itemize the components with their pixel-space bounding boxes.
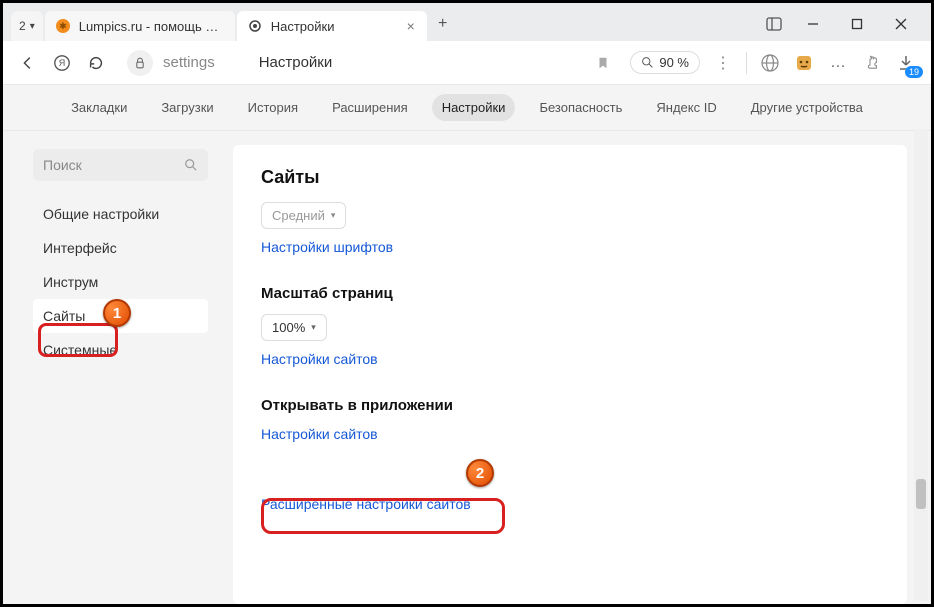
zoom-value: 90 % bbox=[659, 55, 689, 70]
maximize-button[interactable] bbox=[835, 7, 879, 41]
gear-icon bbox=[247, 18, 263, 34]
nav-other-devices[interactable]: Другие устройства bbox=[741, 94, 873, 121]
back-button[interactable] bbox=[17, 52, 39, 74]
yandex-logo-icon[interactable]: Я bbox=[51, 52, 73, 74]
svg-text:✱: ✱ bbox=[59, 21, 67, 31]
omnibox-title: Настройки bbox=[259, 54, 333, 71]
nav-downloads[interactable]: Загрузки bbox=[151, 94, 223, 121]
tab-group-count: 2 bbox=[19, 19, 26, 33]
font-settings-link[interactable]: Настройки шрифтов bbox=[261, 239, 393, 255]
download-count-badge: 19 bbox=[905, 66, 923, 78]
tab-group-indicator[interactable]: 2 ▾ bbox=[11, 11, 43, 41]
nav-security[interactable]: Безопасность bbox=[529, 94, 632, 121]
tab-strip: 2 ▾ ✱ Lumpics.ru - помощь с ком Настройк… bbox=[3, 3, 931, 41]
advanced-site-settings-link[interactable]: Расширенные настройки сайтов bbox=[261, 496, 471, 512]
nav-settings[interactable]: Настройки bbox=[432, 94, 516, 121]
site-settings-link-1[interactable]: Настройки сайтов bbox=[261, 351, 378, 367]
separator bbox=[746, 52, 747, 74]
tab-title: Lumpics.ru - помощь с ком bbox=[79, 19, 225, 34]
chevron-down-icon: ▾ bbox=[311, 322, 316, 333]
settings-main-panel: Сайты Средний ▾ Настройки шрифтов Масшта… bbox=[233, 145, 907, 604]
callout-marker-2: 2 bbox=[466, 459, 494, 487]
omnibox[interactable]: settings Настройки bbox=[119, 47, 618, 79]
sidebar-item-system[interactable]: Системные bbox=[33, 333, 208, 367]
sidebar-search-placeholder: Поиск bbox=[43, 157, 178, 173]
close-window-button[interactable] bbox=[879, 7, 923, 41]
open-in-app-heading: Открывать в приложении bbox=[261, 397, 879, 414]
scrollbar-track[interactable] bbox=[914, 129, 928, 601]
extensions-icon[interactable] bbox=[861, 52, 883, 74]
sidebar-item-tools[interactable]: Инструм bbox=[33, 265, 208, 299]
downloads-icon[interactable]: 19 bbox=[895, 52, 917, 74]
browser-tab-lumpics[interactable]: ✱ Lumpics.ru - помощь с ком bbox=[45, 11, 235, 41]
font-size-value: Средний bbox=[272, 208, 325, 223]
callout-marker-1: 1 bbox=[103, 299, 131, 327]
chevron-down-icon: ▾ bbox=[30, 21, 35, 32]
site-identity-icon[interactable] bbox=[127, 50, 153, 76]
settings-top-nav: Закладки Загрузки История Расширения Нас… bbox=[3, 85, 931, 131]
reload-button[interactable] bbox=[85, 52, 107, 74]
tab-title: Настройки bbox=[271, 19, 397, 34]
zoom-indicator[interactable]: 90 % bbox=[630, 51, 700, 74]
font-size-select[interactable]: Средний ▾ bbox=[261, 202, 346, 229]
search-icon bbox=[184, 158, 198, 172]
minimize-button[interactable] bbox=[791, 7, 835, 41]
scale-heading: Масштаб страниц bbox=[261, 285, 879, 302]
address-bar: Я settings Настройки 90 % ⋮ … 19 bbox=[3, 41, 931, 85]
sidebar-toggle-icon[interactable] bbox=[757, 7, 791, 41]
window-controls bbox=[757, 7, 923, 41]
page-scale-select[interactable]: 100% ▾ bbox=[261, 314, 327, 341]
sidebar-search[interactable]: Поиск bbox=[33, 149, 208, 181]
nav-yandex-id[interactable]: Яндекс ID bbox=[646, 94, 726, 121]
more-icon[interactable]: … bbox=[827, 52, 849, 74]
sidebar-item-interface[interactable]: Интерфейс bbox=[33, 231, 208, 265]
favicon-lumpics: ✱ bbox=[55, 18, 71, 34]
nav-bookmarks[interactable]: Закладки bbox=[61, 94, 137, 121]
new-tab-button[interactable]: + bbox=[429, 10, 457, 38]
bookmark-icon[interactable] bbox=[596, 56, 610, 70]
nav-history[interactable]: История bbox=[238, 94, 308, 121]
scrollbar-thumb[interactable] bbox=[916, 479, 926, 509]
site-settings-link-2[interactable]: Настройки сайтов bbox=[261, 426, 378, 442]
close-tab-icon[interactable]: × bbox=[405, 20, 417, 32]
panel-heading: Сайты bbox=[261, 167, 879, 188]
sidebar-item-general[interactable]: Общие настройки bbox=[33, 197, 208, 231]
nav-extensions[interactable]: Расширения bbox=[322, 94, 418, 121]
svg-text:Я: Я bbox=[59, 58, 66, 68]
browser-tab-settings[interactable]: Настройки × bbox=[237, 11, 427, 41]
content-area: Поиск Общие настройки Интерфейс Инструм … bbox=[3, 131, 931, 604]
scale-value: 100% bbox=[272, 320, 305, 335]
chevron-down-icon: ▾ bbox=[331, 210, 336, 221]
protect-icon[interactable] bbox=[793, 52, 815, 74]
omnibox-url: settings bbox=[163, 54, 215, 71]
translate-icon[interactable] bbox=[759, 52, 781, 74]
settings-sidebar: Поиск Общие настройки Интерфейс Инструм … bbox=[3, 131, 203, 604]
menu-vertical-icon[interactable]: ⋮ bbox=[712, 52, 734, 74]
